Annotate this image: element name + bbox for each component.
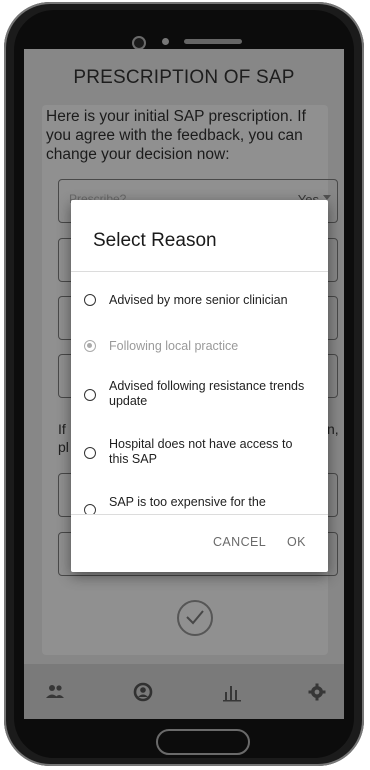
option-label: Advised by more senior clinician [109, 293, 288, 307]
divider [71, 514, 328, 515]
phone-frame: PRESCRIPTION OF SAP Here is your initial… [4, 2, 364, 766]
reason-option[interactable]: SAP is too expensive for the [71, 490, 328, 514]
sensor-icon [162, 38, 169, 45]
option-label: Following local practice [109, 339, 239, 353]
select-reason-dialog: Select Reason Advised by more senior cli… [71, 200, 328, 572]
radio-button[interactable] [84, 389, 96, 401]
reason-option[interactable]: Following local practice [71, 332, 328, 362]
reason-option[interactable]: Hospital does not have access to this SA… [71, 432, 328, 472]
radio-button[interactable] [84, 447, 96, 459]
radio-button[interactable] [84, 504, 96, 514]
option-label: Hospital does not have access to this SA… [109, 437, 293, 466]
radio-button[interactable] [84, 294, 96, 306]
speaker-icon [184, 39, 242, 44]
radio-button[interactable] [84, 340, 96, 352]
option-label: SAP is too expensive for the [109, 495, 266, 509]
camera-icon [132, 36, 146, 50]
reason-list[interactable]: Advised by more senior clinician Followi… [71, 272, 328, 514]
bottom-bezel [24, 719, 344, 758]
reason-option[interactable]: Advised following resistance trends upda… [71, 374, 328, 414]
dialog-title: Select Reason [93, 230, 217, 251]
home-button[interactable] [156, 729, 250, 755]
reason-option[interactable]: Advised by more senior clinician [71, 286, 328, 316]
cancel-button[interactable]: CANCEL [213, 535, 266, 549]
option-label: Advised following resistance trends upda… [109, 379, 305, 408]
ok-button[interactable]: OK [287, 535, 306, 549]
app-screen: PRESCRIPTION OF SAP Here is your initial… [24, 49, 344, 719]
